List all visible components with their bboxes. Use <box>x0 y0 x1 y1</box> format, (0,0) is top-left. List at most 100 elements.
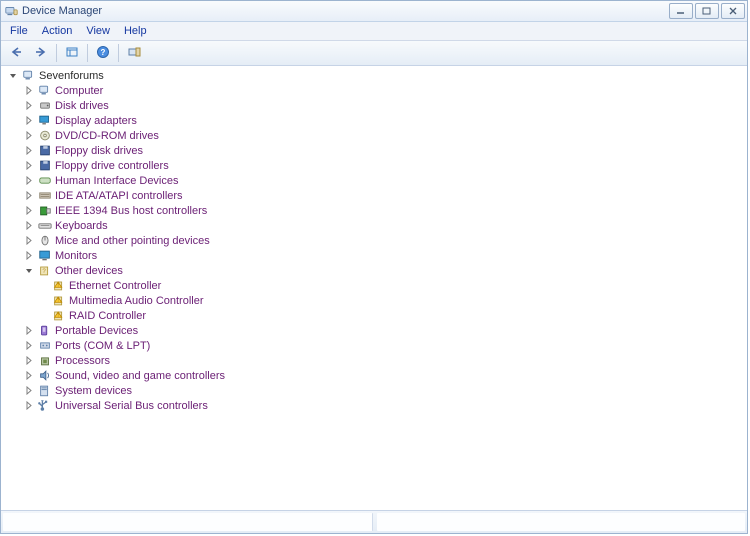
menubar: FileActionViewHelp <box>1 22 747 41</box>
warn-icon: ! <box>51 309 66 322</box>
tree-item-label: Floppy drive controllers <box>55 160 169 172</box>
expander-open-icon[interactable] <box>7 70 19 82</box>
close-button[interactable] <box>721 3 745 19</box>
expander-closed-icon[interactable] <box>23 145 35 157</box>
tree-item[interactable]: Sound, video and game controllers <box>23 368 747 383</box>
floppy-icon <box>37 144 52 157</box>
tree-item[interactable]: Disk drives <box>23 98 747 113</box>
tree-item[interactable]: Floppy drive controllers <box>23 158 747 173</box>
menu-file[interactable]: File <box>3 23 35 39</box>
tree-item-label: Mice and other pointing devices <box>55 235 210 247</box>
tree-item[interactable]: Floppy disk drives <box>23 143 747 158</box>
expander-closed-icon[interactable] <box>23 340 35 352</box>
tree-item-label: IEEE 1394 Bus host controllers <box>55 205 207 217</box>
expander-closed-icon[interactable] <box>23 220 35 232</box>
maximize-button[interactable] <box>695 3 719 19</box>
svg-text:?: ? <box>42 268 46 275</box>
tree-item[interactable]: Human Interface Devices <box>23 173 747 188</box>
expander-open-icon[interactable] <box>23 265 35 277</box>
portable-icon <box>37 324 52 337</box>
tree-item-label: Ethernet Controller <box>69 280 161 292</box>
svg-text:?: ? <box>101 48 106 57</box>
tree-item-label: Other devices <box>55 265 123 277</box>
other-icon: ? <box>37 264 52 277</box>
toolbar-separator <box>118 44 119 62</box>
tree-item[interactable]: System devices <box>23 383 747 398</box>
expander-closed-icon[interactable] <box>23 250 35 262</box>
tree-item[interactable]: Keyboards <box>23 218 747 233</box>
tree-item[interactable]: Sevenforums <box>7 68 747 83</box>
tree-item-label: Sevenforums <box>39 70 104 82</box>
tree-item-label: Computer <box>55 85 103 97</box>
tree-item[interactable]: Computer <box>23 83 747 98</box>
tree-item-label: Display adapters <box>55 115 137 127</box>
computer-icon <box>21 69 36 82</box>
expander-closed-icon[interactable] <box>23 160 35 172</box>
expander-closed-icon[interactable] <box>23 385 35 397</box>
tree-item-label: Sound, video and game controllers <box>55 370 225 382</box>
expander-closed-icon[interactable] <box>23 400 35 412</box>
minimize-button[interactable] <box>669 3 693 19</box>
tree-item[interactable]: !Multimedia Audio Controller <box>39 293 747 308</box>
system-icon <box>37 384 52 397</box>
back-button[interactable] <box>4 42 28 64</box>
toolbar: ? <box>1 41 747 66</box>
menu-help[interactable]: Help <box>117 23 154 39</box>
menu-action[interactable]: Action <box>35 23 80 39</box>
tree-item[interactable]: !RAID Controller <box>39 308 747 323</box>
expander-closed-icon[interactable] <box>23 325 35 337</box>
tree-item[interactable]: ? Other devices <box>23 263 747 278</box>
tree-item-label: Keyboards <box>55 220 108 232</box>
tree-item[interactable]: Ports (COM & LPT) <box>23 338 747 353</box>
expander-closed-icon[interactable] <box>23 130 35 142</box>
tree-item-label: Human Interface Devices <box>55 175 179 187</box>
expander-closed-icon[interactable] <box>23 355 35 367</box>
tree-item[interactable]: IDE ATA/ATAPI controllers <box>23 188 747 203</box>
tree-item[interactable]: Portable Devices <box>23 323 747 338</box>
window-controls <box>669 3 745 19</box>
titlebar: Device Manager <box>1 1 747 22</box>
app-icon <box>4 4 18 18</box>
tree-item[interactable]: Processors <box>23 353 747 368</box>
tree-item[interactable]: Display adapters <box>23 113 747 128</box>
expander-closed-icon[interactable] <box>23 235 35 247</box>
tree-item[interactable]: DVD/CD-ROM drives <box>23 128 747 143</box>
tree-item[interactable]: Universal Serial Bus controllers <box>23 398 747 413</box>
svg-text:!: ! <box>57 313 58 319</box>
status-cell-left <box>3 513 373 531</box>
scan-icon <box>127 46 141 61</box>
expander-closed-icon[interactable] <box>23 85 35 97</box>
expander-closed-icon[interactable] <box>23 175 35 187</box>
disk-icon <box>37 99 52 112</box>
device-tree[interactable]: Sevenforums Computer Disk drives Display ad… <box>1 66 747 510</box>
hid-icon <box>37 174 52 187</box>
forward-button[interactable] <box>29 42 53 64</box>
tree-item-label: Disk drives <box>55 100 109 112</box>
view-icon <box>65 46 79 61</box>
tree-item[interactable]: IEEE 1394 Bus host controllers <box>23 203 747 218</box>
usb-icon <box>37 399 52 412</box>
tree-item-label: IDE ATA/ATAPI controllers <box>55 190 183 202</box>
expander-closed-icon[interactable] <box>23 115 35 127</box>
monitor-icon <box>37 249 52 262</box>
tree-item[interactable]: !Ethernet Controller <box>39 278 747 293</box>
tree-item-label: Universal Serial Bus controllers <box>55 400 208 412</box>
menu-view[interactable]: View <box>79 23 117 39</box>
window-title: Device Manager <box>22 5 102 17</box>
view-button[interactable] <box>60 42 84 64</box>
tree-item[interactable]: Mice and other pointing devices <box>23 233 747 248</box>
status-cell-right <box>377 513 746 531</box>
expander-closed-icon[interactable] <box>23 190 35 202</box>
tree-item-label: Processors <box>55 355 110 367</box>
help-button[interactable]: ? <box>91 42 115 64</box>
computer-icon <box>37 84 52 97</box>
tree-item[interactable]: Monitors <box>23 248 747 263</box>
expander-closed-icon[interactable] <box>23 100 35 112</box>
device-manager-window: Device Manager FileActionViewHelp ? Seve… <box>0 0 748 534</box>
expander-closed-icon[interactable] <box>23 205 35 217</box>
scan-button[interactable] <box>122 42 146 64</box>
arrow-left-icon <box>9 46 23 61</box>
toolbar-separator <box>56 44 57 62</box>
expander-closed-icon[interactable] <box>23 370 35 382</box>
cpu-icon <box>37 354 52 367</box>
